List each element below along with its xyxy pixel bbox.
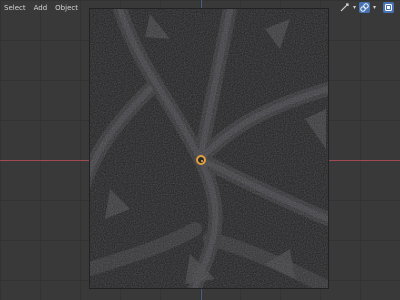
viewport-header-menu: Select Add Object (0, 0, 82, 16)
menu-select[interactable]: Select (0, 0, 30, 16)
transform-pivot-icon (340, 3, 349, 12)
mesh-texture-svg (90, 9, 328, 288)
object-origin-icon[interactable] (196, 155, 206, 165)
chevron-down-icon[interactable]: ▾ (373, 4, 376, 11)
viewport-header-tools: ▾ ▾ (339, 2, 394, 13)
textured-mesh-object[interactable] (90, 9, 328, 288)
transform-pivot-button[interactable] (339, 2, 350, 13)
chevron-down-icon[interactable]: ▾ (353, 4, 356, 11)
shading-button[interactable] (383, 2, 394, 13)
overlay-icon (360, 3, 369, 12)
shading-icon (385, 4, 392, 11)
3d-viewport[interactable] (0, 0, 400, 300)
overlay-button[interactable] (358, 2, 370, 13)
menu-object[interactable]: Object (51, 0, 82, 16)
origin-center-dot (201, 160, 203, 162)
menu-add[interactable]: Add (30, 0, 52, 16)
